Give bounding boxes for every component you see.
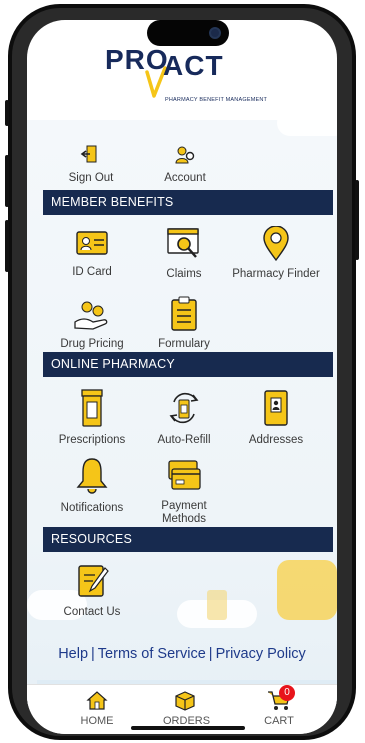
pill-bottle-decoration <box>207 590 227 620</box>
power-button <box>355 180 359 260</box>
mute-switch <box>5 100 9 126</box>
privacy-policy-link[interactable]: Privacy Policy <box>216 646 306 662</box>
bell-icon <box>76 458 108 494</box>
puzzle-decoration <box>277 560 337 620</box>
proact-logo: PRO ACT PHARMACY BENEFIT MANAGEMENT <box>105 44 285 116</box>
prescriptions-label: Prescriptions <box>58 434 126 446</box>
map-pin-icon <box>263 225 289 262</box>
link-separator: | <box>91 646 95 662</box>
account-gear-icon <box>175 146 195 164</box>
payment-methods-button[interactable]: Payment Methods <box>153 458 215 526</box>
pharmacy-finder-button[interactable]: Pharmacy Finder <box>231 225 321 281</box>
volume-up-button <box>5 155 9 207</box>
addresses-label: Addresses <box>248 434 304 446</box>
pharmacy-finder-label: Pharmacy Finder <box>232 268 320 280</box>
formulary-label: Formulary <box>158 338 210 350</box>
dynamic-island <box>147 20 229 46</box>
tab-cart[interactable]: 0 CART <box>261 685 297 727</box>
account-button[interactable]: Account <box>161 144 209 185</box>
contact-us-label: Contact Us <box>63 606 121 618</box>
sign-out-label: Sign Out <box>68 172 114 184</box>
section-resources: RESOURCES <box>43 527 333 552</box>
prescriptions-button[interactable]: Prescriptions <box>55 388 129 447</box>
section-member-benefits: MEMBER BENEFITS <box>43 190 333 215</box>
notifications-label: Notifications <box>60 502 124 514</box>
tab-orders[interactable]: ORDERS <box>163 689 210 727</box>
home-indicator <box>131 726 245 730</box>
id-card-label: ID Card <box>72 266 112 278</box>
home-icon <box>86 691 108 710</box>
logo-text-act: ACT <box>163 50 224 81</box>
auto-refill-label: Auto-Refill <box>157 434 211 446</box>
terms-of-service-link[interactable]: Terms of Service <box>98 646 206 662</box>
help-link[interactable]: Help <box>58 646 88 662</box>
auto-refill-button[interactable]: Auto-Refill <box>153 388 215 447</box>
account-label: Account <box>164 172 206 184</box>
tab-cart-label: CART <box>264 715 294 727</box>
contact-note-icon <box>78 565 109 597</box>
contact-us-button[interactable]: Contact Us <box>59 562 125 619</box>
sign-out-icon <box>80 145 97 163</box>
claims-label: Claims <box>166 268 202 280</box>
claims-search-icon <box>167 228 199 258</box>
claims-button[interactable]: Claims <box>155 226 213 281</box>
payment-methods-label: Payment Methods <box>161 500 207 525</box>
address-book-icon <box>264 390 288 426</box>
addresses-button[interactable]: Addresses <box>243 388 309 447</box>
drug-pricing-button[interactable]: Drug Pricing <box>57 300 127 351</box>
id-card-button[interactable]: ID Card <box>63 228 121 279</box>
sign-out-button[interactable]: Sign Out <box>65 144 117 185</box>
clipboard-icon <box>171 296 197 331</box>
app-screen: PRO ACT PHARMACY BENEFIT MANAGEMENT Sign… <box>27 20 337 734</box>
drug-pricing-label: Drug Pricing <box>60 338 124 350</box>
tab-home-label: HOME <box>80 715 114 727</box>
footer-links: Help | Terms of Service | Privacy Policy <box>27 646 337 662</box>
pill-bottle-icon <box>81 389 103 427</box>
refill-cycle-icon <box>169 392 199 424</box>
logo-tagline: PHARMACY BENEFIT MANAGEMENT <box>165 97 268 103</box>
tab-home[interactable]: HOME <box>77 689 117 727</box>
cloud-decoration <box>277 110 337 136</box>
camera-icon <box>209 27 221 39</box>
id-card-icon <box>76 231 108 255</box>
volume-down-button <box>5 220 9 272</box>
hand-coins-icon <box>74 301 108 330</box>
formulary-button[interactable]: Formulary <box>155 296 213 351</box>
section-online-pharmacy: ONLINE PHARMACY <box>43 352 333 377</box>
cards-icon <box>168 460 201 490</box>
link-separator: | <box>208 646 213 662</box>
cart-count-badge: 0 <box>279 685 295 701</box>
notifications-button[interactable]: Notifications <box>55 456 129 515</box>
orders-box-icon <box>175 691 195 711</box>
